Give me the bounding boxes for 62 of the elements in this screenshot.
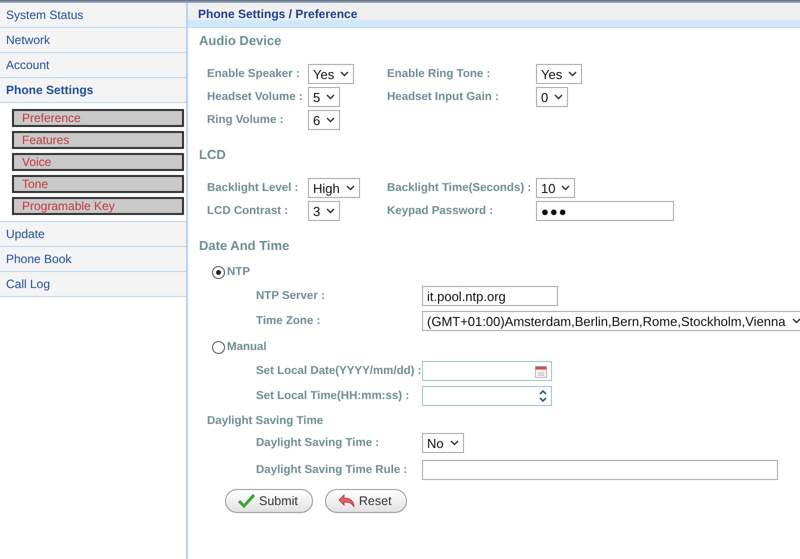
calendar-icon — [535, 364, 547, 378]
chevron-down-icon — [346, 185, 355, 191]
radio-label: NTP — [227, 266, 250, 278]
undo-arrow-icon — [338, 494, 355, 508]
nav-item[interactable]: Phone Book — [0, 247, 186, 272]
field-label: Daylight Saving Time Rule : — [256, 464, 408, 476]
nav-item[interactable]: Call Log — [0, 272, 186, 297]
dropdown[interactable]: 6 — [308, 110, 340, 130]
submit-button[interactable]: Submit — [225, 489, 313, 513]
field-label: Keypad Password : — [387, 205, 494, 217]
time-field[interactable] — [422, 386, 552, 406]
field-label: Backlight Level : — [207, 182, 298, 194]
chevron-down-icon — [792, 318, 800, 324]
nav-item[interactable]: Update — [0, 222, 186, 247]
date-field[interactable] — [422, 361, 552, 381]
chevron-down-icon — [340, 71, 350, 77]
nav-item[interactable]: Network — [0, 28, 186, 53]
chevron-down-icon — [326, 94, 336, 100]
field-label: Enable Ring Tone : — [387, 68, 490, 80]
chevron-down-icon — [561, 185, 570, 191]
section-title: Date And Time — [199, 238, 290, 253]
dropdown[interactable]: 3 — [308, 201, 340, 221]
password-field[interactable]: ●●● — [536, 201, 674, 221]
radio-button[interactable] — [212, 266, 225, 278]
field-label: Backlight Time(Seconds) : — [387, 182, 532, 194]
chevron-down-icon — [326, 117, 336, 123]
dropdown[interactable]: (GMT+01:00)Amsterdam,Berlin,Bern,Rome,Stockholm,Vienna — [422, 311, 800, 331]
field-label: Set Local Time(HH:mm:ss) : — [256, 390, 410, 402]
nav-item[interactable]: Account — [0, 53, 186, 78]
field-label: Ring Volume : — [207, 114, 284, 126]
nav-item[interactable]: System Status — [0, 3, 186, 28]
spinner-icon — [538, 388, 548, 404]
subsection-title: Daylight Saving Time — [206, 415, 324, 427]
dropdown[interactable]: No — [422, 433, 464, 453]
text-field[interactable]: it.pool.ntp.org — [422, 286, 558, 306]
dropdown[interactable]: High — [308, 178, 360, 198]
section-title: LCD — [199, 147, 227, 162]
field-label: NTP Server : — [256, 290, 325, 302]
field-label: Daylight Saving Time : — [256, 437, 380, 449]
radio-button[interactable] — [212, 340, 225, 354]
field-label: Headset Input Gain : — [387, 91, 499, 103]
chevron-down-icon — [450, 440, 459, 446]
field-label: Enable Speaker : — [207, 68, 300, 80]
dropdown[interactable]: 0 — [536, 87, 568, 107]
dropdown[interactable]: 5 — [308, 87, 340, 107]
chevron-down-icon — [568, 71, 578, 77]
text-field[interactable] — [422, 460, 778, 480]
page-title: Phone Settings / Preference — [198, 7, 358, 21]
nav-item[interactable]: Phone Settings — [0, 78, 186, 103]
field-label: LCD Contrast : — [207, 205, 288, 217]
check-icon — [238, 494, 255, 508]
dropdown[interactable]: 10 — [536, 178, 576, 198]
radio-label: Manual — [227, 341, 267, 353]
dropdown[interactable]: Yes — [308, 64, 354, 84]
chevron-down-icon — [554, 94, 564, 100]
field-label: Set Local Date(YYYY/mm/dd) : — [256, 365, 422, 377]
section-title: Audio Device — [199, 33, 282, 48]
dropdown[interactable]: Yes — [536, 64, 582, 84]
field-label: Time Zone : — [256, 315, 320, 327]
field-label: Headset Volume : — [207, 91, 303, 103]
reset-button[interactable]: Reset — [324, 489, 407, 513]
chevron-down-icon — [326, 208, 336, 214]
